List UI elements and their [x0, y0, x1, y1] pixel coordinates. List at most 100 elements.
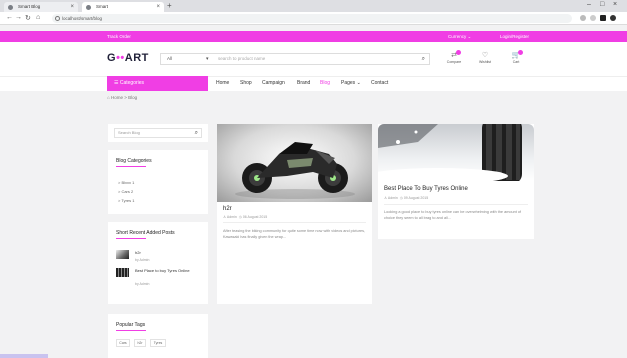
breadcrumb[interactable]: ⌂ Home > Blog	[107, 95, 137, 100]
search-icon[interactable]: ⌕	[195, 129, 198, 137]
post-title[interactable]: h2r	[223, 206, 232, 212]
post-author: Admin	[387, 196, 398, 200]
recent-post-item[interactable]: Best Place to buy Tyres Online by Admin	[116, 268, 204, 286]
favicon-icon	[86, 5, 91, 10]
tyre-image	[378, 124, 522, 181]
recent-post-title[interactable]: Best Place to buy Tyres Online	[135, 268, 195, 273]
browser-tab-2[interactable]: Smart ×	[82, 2, 164, 12]
post-date: 06 August 2015	[242, 215, 268, 219]
browser-tab-bar: Smart Blog × Smart × + – □ ×	[0, 0, 627, 12]
logo-text-prefix: G	[107, 52, 117, 64]
currency-dropdown[interactable]: Currency ⌄	[448, 31, 471, 42]
nav-shop[interactable]: Shop	[240, 76, 252, 91]
site-info-icon[interactable]	[55, 16, 60, 21]
post-meta: ♙ Admin ◷ 09 August 2015	[384, 196, 428, 200]
tag-chip[interactable]: Cars	[116, 339, 130, 347]
post-meta: ♙ Admin ◷ 06 August 2015	[223, 215, 267, 219]
category-item[interactable]: > Blxxx 1	[118, 180, 134, 185]
tag-chip[interactable]: h2r	[134, 339, 146, 347]
browser-tab-1-title: Smart Blog	[18, 4, 41, 9]
maximize-icon[interactable]: □	[600, 1, 604, 8]
main-nav	[0, 76, 627, 91]
blog-search-widget: Search Blog ⌕	[108, 124, 208, 142]
widget-title-underline	[116, 166, 146, 167]
recent-post-title[interactable]: h2r	[135, 250, 195, 255]
user-icon: ♙	[223, 215, 227, 219]
tag-chip[interactable]: Tyres	[150, 339, 166, 347]
address-bar[interactable]: localhost/smart/blog	[52, 14, 572, 23]
cart-icon: 🛒	[511, 52, 521, 59]
search-icon[interactable]: ⌕	[422, 54, 425, 64]
scroll-indicator	[0, 354, 48, 358]
post-excerpt: Looking a good place to buy tyres online…	[384, 210, 521, 220]
widget-title: Short Recent Added Posts	[116, 230, 175, 236]
widget-title: Popular Tags	[116, 322, 146, 328]
categories-button[interactable]: ☰ Categories	[107, 76, 208, 91]
nav-home[interactable]: Home	[216, 76, 229, 91]
compare-badge	[456, 50, 461, 55]
extension-icon[interactable]	[590, 15, 596, 21]
cart-label: Cart	[512, 60, 520, 64]
nav-contact[interactable]: Contact	[371, 76, 388, 91]
blog-search-input[interactable]: Search Blog ⌕	[114, 128, 202, 138]
post-image[interactable]	[378, 124, 534, 181]
close-tab-icon[interactable]: ×	[156, 2, 160, 12]
address-bar-url: localhost/smart/blog	[62, 16, 103, 21]
extension-icon[interactable]	[600, 15, 606, 21]
post-thumbnail[interactable]	[116, 250, 129, 259]
category-item[interactable]: > Tyres 1	[118, 198, 135, 203]
back-icon[interactable]: ←	[6, 14, 13, 21]
widget-title: Blog Categories	[116, 158, 152, 164]
nav-campaign[interactable]: Campaign	[262, 76, 285, 91]
recent-post-item[interactable]: h2r by Admin	[116, 250, 204, 264]
browser-tab-1[interactable]: Smart Blog ×	[4, 2, 78, 12]
compare-label: Compare	[446, 60, 462, 64]
widget-title-underline	[116, 238, 146, 239]
post-title[interactable]: Best Place To Buy Tyres Online	[384, 186, 468, 192]
extension-icon[interactable]	[580, 15, 586, 21]
recent-posts-widget: Short Recent Added Posts h2r by Admin Be…	[108, 222, 208, 304]
login-register-link[interactable]: Login/Register	[500, 31, 529, 42]
minimize-icon[interactable]: –	[587, 1, 591, 8]
blog-search-placeholder: Search Blog	[118, 130, 140, 135]
divider	[384, 204, 528, 205]
close-tab-icon[interactable]: ×	[70, 2, 74, 12]
search-category-select[interactable]: All	[167, 54, 172, 64]
forward-icon[interactable]: →	[15, 14, 22, 21]
user-icon: ♙	[384, 196, 388, 200]
close-window-icon[interactable]: ×	[613, 1, 617, 8]
nav-pages[interactable]: Pages ⌄	[341, 76, 361, 91]
reload-icon[interactable]: ↻	[25, 14, 31, 22]
blog-post-card: Best Place To Buy Tyres Online ♙ Admin ◷…	[378, 124, 534, 239]
cart-badge	[518, 50, 523, 55]
product-search-input[interactable]: search to product name	[218, 54, 265, 64]
new-tab-icon[interactable]: +	[167, 1, 172, 10]
logo-text-suffix: ART	[124, 52, 149, 64]
browser-tab-2-title: Smart	[96, 4, 109, 9]
chevron-down-icon[interactable]: ▾	[206, 54, 209, 64]
track-order-link[interactable]: Track Order	[107, 31, 131, 42]
logo-text-mid: ••	[116, 52, 125, 64]
post-date: 09 August 2015	[403, 196, 429, 200]
cart-button[interactable]: 🛒 Cart	[505, 50, 527, 64]
home-icon[interactable]: ⌂	[36, 14, 40, 21]
category-item[interactable]: > Cars 2	[118, 189, 133, 194]
profile-icon[interactable]	[610, 15, 616, 21]
blog-post-card: h2r ♙ Admin ◷ 06 August 2015 After teasi…	[217, 124, 372, 304]
blog-categories-widget: Blog Categories > Blxxx 1 > Cars 2 > Tyr…	[108, 150, 208, 214]
recent-post-author: by Admin	[135, 258, 150, 262]
browser-toolbar: ← → ↻ ⌂ localhost/smart/blog	[0, 12, 627, 25]
site-top-bar: Track Order Currency ⌄ Login/Register	[0, 31, 627, 42]
site-logo[interactable]: G••ART	[107, 52, 149, 64]
wishlist-label: Wishlist	[478, 60, 492, 64]
clock-icon: ◷	[399, 196, 403, 200]
compare-button[interactable]: ⇄ Compare	[443, 50, 465, 64]
nav-blog[interactable]: Blog	[320, 76, 330, 91]
nav-brand[interactable]: Brand	[297, 76, 310, 91]
wishlist-button[interactable]: ♡ Wishlist	[474, 52, 496, 64]
divider	[223, 222, 366, 223]
post-image[interactable]	[217, 124, 372, 202]
post-thumbnail[interactable]	[116, 268, 129, 277]
popular-tags-widget: Popular Tags Cars h2r Tyres	[108, 314, 208, 358]
post-author: Admin	[226, 215, 237, 219]
